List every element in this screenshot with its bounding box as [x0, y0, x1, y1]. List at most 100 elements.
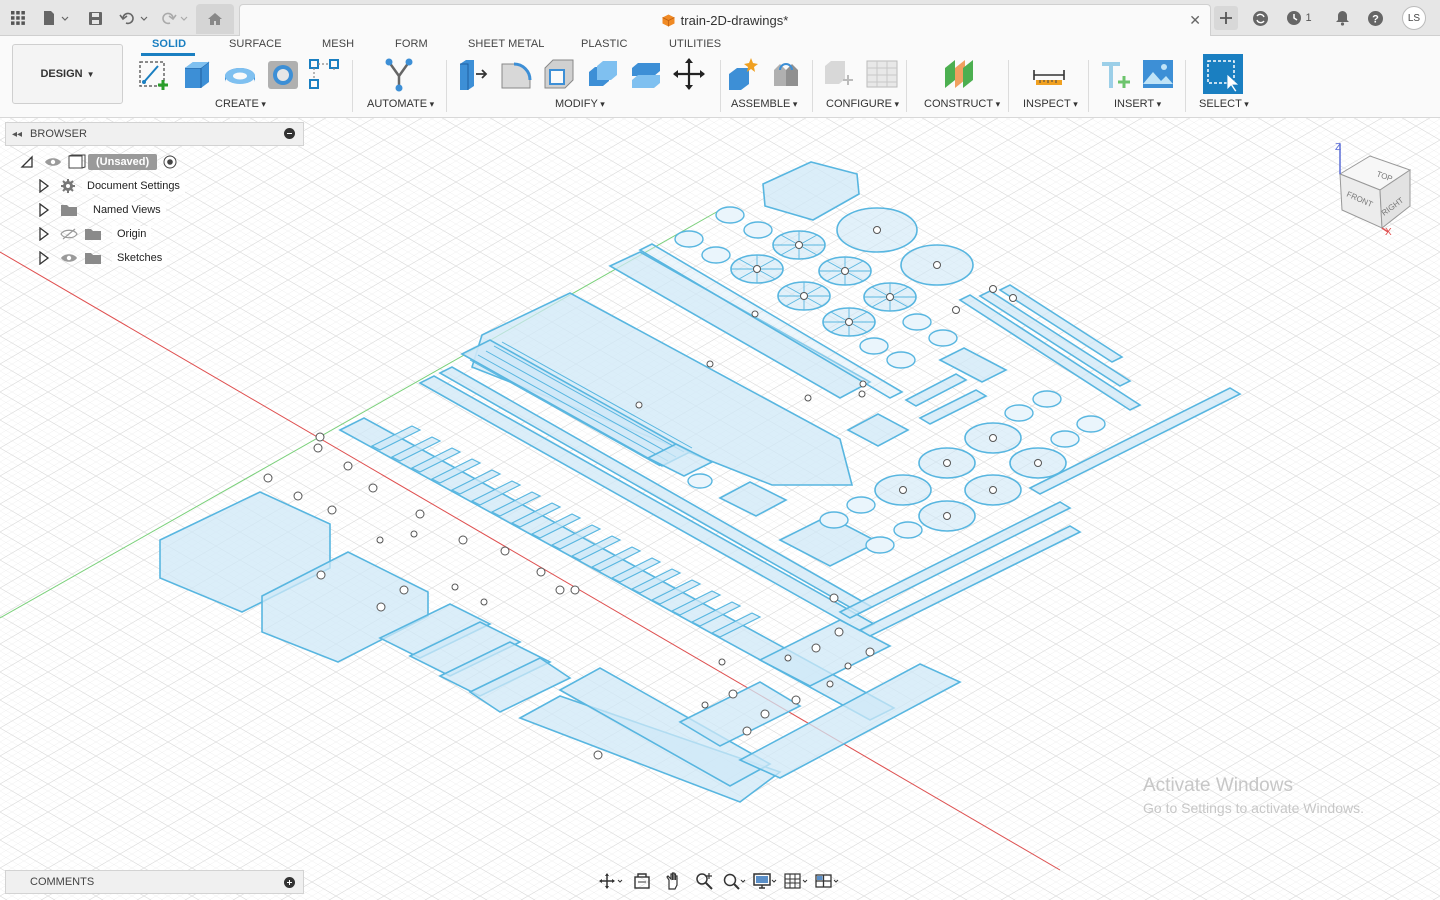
activate-radio-icon[interactable]: [163, 155, 177, 169]
insert-menu[interactable]: INSERT: [1114, 98, 1161, 110]
browser-item-named-views[interactable]: Named Views: [38, 200, 166, 220]
assemble-menu[interactable]: ASSEMBLE: [731, 98, 797, 110]
save-icon[interactable]: [86, 6, 104, 30]
inspect-menu[interactable]: INSPECT: [1023, 98, 1078, 110]
automate-icon[interactable]: [381, 56, 417, 92]
ribbon-divider: [906, 60, 907, 112]
workspace-label: DESIGN: [40, 68, 83, 80]
construct-menu[interactable]: CONSTRUCT: [924, 98, 1000, 110]
measure-icon[interactable]: [1031, 56, 1067, 92]
tab-plastic[interactable]: PLASTIC: [581, 38, 628, 50]
expand-arrow-icon[interactable]: [38, 227, 50, 241]
new-component-icon[interactable]: [725, 56, 761, 92]
look-at-icon[interactable]: [629, 870, 656, 892]
home-icon: [208, 13, 222, 25]
redo-icon[interactable]: [158, 6, 190, 30]
pan-hand-icon[interactable]: [660, 870, 687, 892]
job-status-icon[interactable]: 1: [1284, 6, 1314, 30]
toolbar-ribbon: DESIGN ▼ SOLID SURFACE MESH FORM SHEET M…: [0, 36, 1440, 118]
navigation-toolbar: [598, 868, 840, 894]
collapse-panel-icon[interactable]: ◂◂: [12, 129, 22, 140]
viewcube-x-label: X: [1385, 227, 1392, 238]
hole-icon[interactable]: [265, 56, 301, 92]
view-cube[interactable]: TOP FRONT RIGHT Z X: [1330, 140, 1420, 240]
browser-root-row[interactable]: (Unsaved): [20, 152, 177, 172]
configure-menu[interactable]: CONFIGURE: [826, 98, 899, 110]
zoom-icon[interactable]: [690, 870, 717, 892]
extensions-icon[interactable]: [1250, 6, 1270, 30]
expand-arrow-icon[interactable]: [38, 203, 50, 217]
display-settings-icon[interactable]: [752, 870, 779, 892]
fusion-app-window: train-2D-drawings* ✕ 1 ? LS DESIGN ▼ SOL…: [0, 0, 1440, 900]
browser-item-label: Named Views: [88, 202, 166, 218]
job-count: 1: [1305, 12, 1312, 24]
browser-panel-header[interactable]: ◂◂ BROWSER: [5, 122, 304, 146]
eye-icon[interactable]: [44, 156, 62, 168]
expand-arrow-icon[interactable]: [38, 179, 50, 193]
shell-icon[interactable]: [541, 56, 577, 92]
insert-canvas-icon[interactable]: [1140, 56, 1176, 92]
orbit-icon[interactable]: [598, 870, 625, 892]
automate-menu[interactable]: AUTOMATE: [367, 98, 434, 110]
root-component-label[interactable]: (Unsaved): [88, 154, 158, 170]
select-icon[interactable]: [1203, 54, 1243, 94]
browser-item-document-settings[interactable]: Document Settings: [38, 176, 185, 196]
configure-icon[interactable]: [821, 56, 857, 92]
grid-settings-icon[interactable]: [783, 870, 810, 892]
browser-item-sketches[interactable]: Sketches: [38, 248, 168, 268]
configuration-table-icon[interactable]: [864, 56, 900, 92]
expand-arrow-icon[interactable]: [38, 251, 50, 265]
ribbon-divider: [720, 60, 721, 112]
offset-plane-icon[interactable]: [941, 56, 977, 92]
pattern-icon[interactable]: [306, 56, 342, 92]
select-menu[interactable]: SELECT: [1199, 98, 1249, 110]
user-avatar[interactable]: LS: [1402, 6, 1426, 30]
browser-item-label: Sketches: [112, 250, 168, 266]
move-icon[interactable]: [671, 56, 707, 92]
press-pull-icon[interactable]: [456, 56, 492, 92]
browser-item-label: Document Settings: [82, 178, 185, 194]
extrude-icon[interactable]: [179, 56, 215, 92]
eye-icon[interactable]: [60, 252, 78, 264]
app-grid-icon[interactable]: [8, 6, 28, 30]
collapse-triangle-icon[interactable]: [20, 155, 34, 169]
offset-face-icon[interactable]: [628, 56, 664, 92]
folder-icon: [85, 253, 101, 264]
eye-hidden-icon[interactable]: [60, 228, 78, 240]
workspace-switcher-button[interactable]: DESIGN ▼: [12, 44, 123, 104]
revolve-icon[interactable]: [222, 56, 258, 92]
joint-icon[interactable]: [768, 56, 804, 92]
add-comment-icon[interactable]: [284, 877, 295, 888]
folder-icon: [61, 205, 77, 216]
combine-icon[interactable]: [585, 56, 621, 92]
tab-utilities[interactable]: UTILITIES: [669, 38, 721, 50]
help-icon[interactable]: ?: [1366, 6, 1384, 30]
fit-view-icon[interactable]: [721, 870, 748, 892]
comments-panel-header[interactable]: COMMENTS: [5, 870, 304, 894]
tab-mesh[interactable]: MESH: [322, 38, 354, 50]
create-menu[interactable]: CREATE: [215, 98, 266, 110]
watermark-title: Activate Windows: [1143, 775, 1293, 796]
document-tab[interactable]: train-2D-drawings* ✕: [239, 4, 1211, 36]
insert-derive-icon[interactable]: [1098, 56, 1134, 92]
modify-menu[interactable]: MODIFY: [555, 98, 605, 110]
tab-solid[interactable]: SOLID: [152, 38, 186, 50]
tab-surface[interactable]: SURFACE: [229, 38, 282, 50]
close-tab-icon[interactable]: ✕: [1189, 12, 1201, 29]
activation-watermark: Activate Windows Go to Settings to activ…: [1143, 775, 1364, 816]
create-sketch-icon[interactable]: [136, 56, 172, 92]
minimize-panel-icon[interactable]: [284, 128, 295, 139]
tab-form[interactable]: FORM: [395, 38, 428, 50]
notifications-icon[interactable]: [1333, 6, 1351, 30]
home-tab[interactable]: [196, 4, 234, 34]
ribbon-divider: [1185, 60, 1186, 112]
viewports-icon[interactable]: [813, 870, 840, 892]
browser-title: BROWSER: [30, 128, 87, 140]
undo-icon[interactable]: [118, 6, 150, 30]
title-bar: train-2D-drawings* ✕ 1 ? LS: [0, 0, 1440, 36]
new-tab-icon[interactable]: [1214, 6, 1238, 30]
file-menu-icon[interactable]: [40, 6, 72, 30]
tab-sheet-metal[interactable]: SHEET METAL: [468, 38, 545, 50]
fillet-icon[interactable]: [498, 56, 534, 92]
browser-item-origin[interactable]: Origin: [38, 224, 152, 244]
